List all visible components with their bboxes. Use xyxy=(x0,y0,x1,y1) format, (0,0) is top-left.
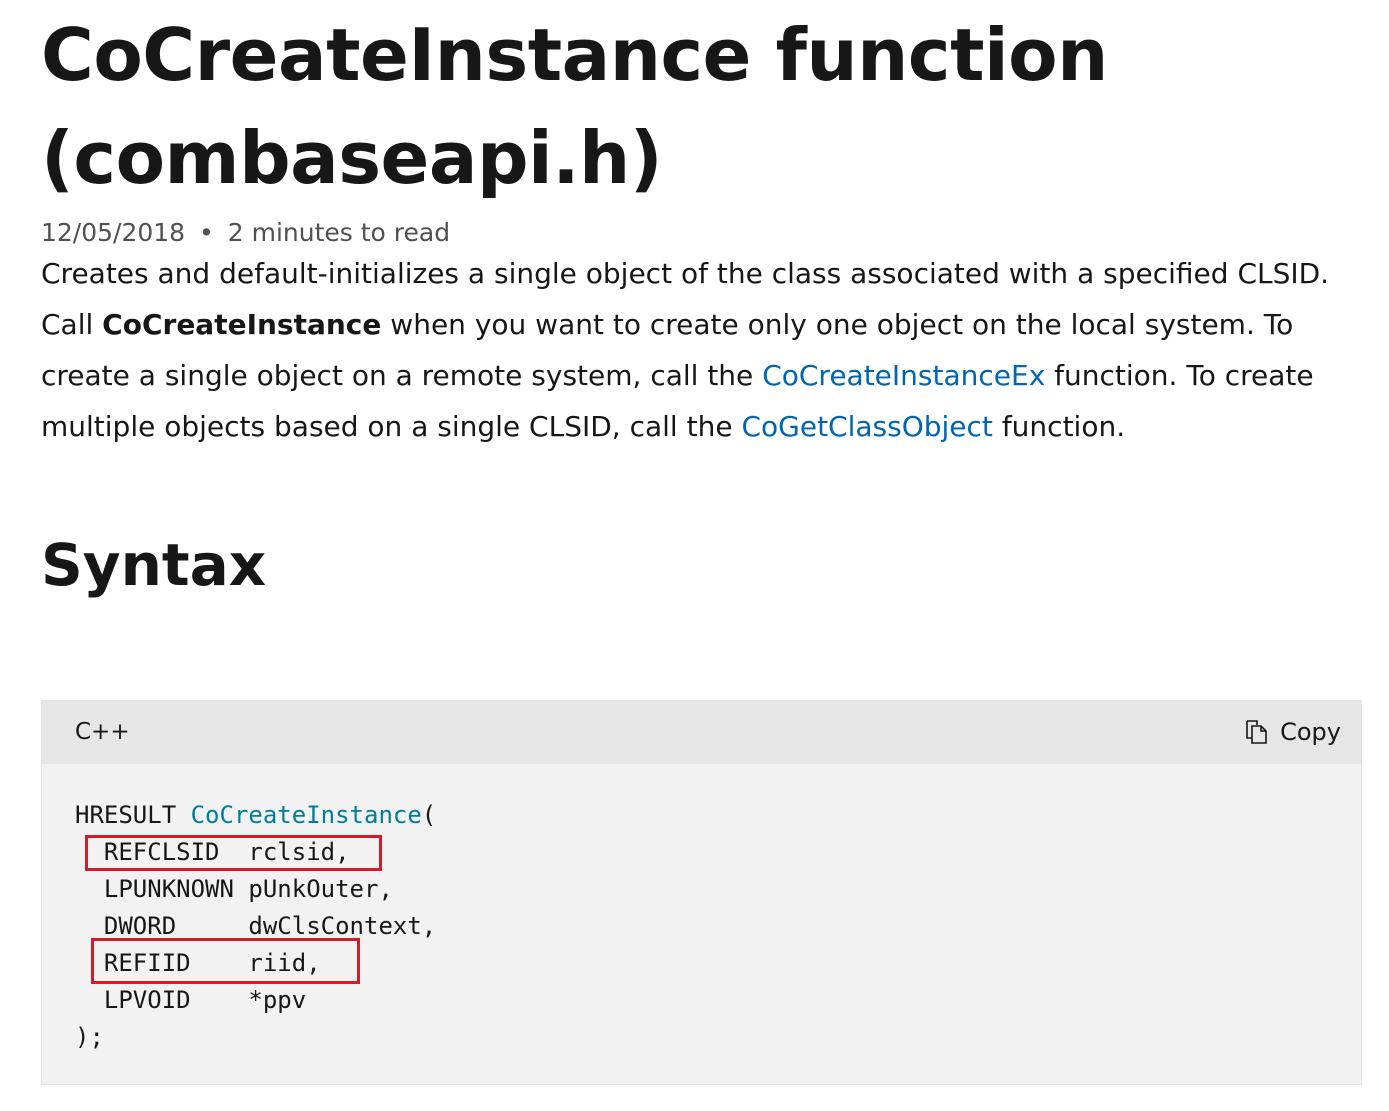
code-close: ); xyxy=(75,1023,104,1051)
copy-icon xyxy=(1244,719,1280,745)
code-param-name: *ppv xyxy=(248,986,307,1014)
code-open-paren: ( xyxy=(421,801,437,829)
code-param-type: LPVOID xyxy=(103,986,234,1014)
description-text-1: Call xyxy=(41,308,103,341)
read-time: 2 minutes to read xyxy=(227,218,451,247)
code-function-name: CoCreateInstance xyxy=(190,801,422,829)
code-param-type: LPUNKNOWN xyxy=(103,875,234,903)
code-block: C++ Copy HRESULT CoCreateInstance( REFCL… xyxy=(41,700,1362,1085)
metadata-separator: • xyxy=(199,218,214,247)
cocreateinstanceex-link[interactable]: CoCreateInstanceEx xyxy=(762,359,1045,392)
copy-button[interactable]: Copy xyxy=(1244,715,1341,749)
code-param-name: pUnkOuter, xyxy=(248,875,393,903)
function-name-bold: CoCreateInstance xyxy=(102,308,382,341)
code-param-name: dwClsContext, xyxy=(248,912,437,940)
cogetclassobject-link[interactable]: CoGetClassObject xyxy=(741,410,992,443)
article-metadata: 12/05/2018 • 2 minutes to read xyxy=(41,218,1364,248)
code-param-type: DWORD xyxy=(103,912,234,940)
code-block-header: C++ Copy xyxy=(42,701,1361,764)
code-return-type: HRESULT xyxy=(75,801,177,829)
description-paragraph: Call CoCreateInstance when you want to c… xyxy=(41,299,1364,452)
copy-label: Copy xyxy=(1280,718,1341,746)
code-language-label: C++ xyxy=(75,719,130,745)
article: CoCreateInstance function (combaseapi.h)… xyxy=(41,0,1364,1085)
article-date: 12/05/2018 xyxy=(41,218,186,247)
description-text-4: function. xyxy=(992,410,1126,443)
summary-paragraph: Creates and default-initializes a single… xyxy=(41,257,1330,290)
highlight-box-rclsid xyxy=(85,835,382,871)
syntax-heading: Syntax xyxy=(41,531,267,599)
page-title: CoCreateInstance function (combaseapi.h) xyxy=(41,13,1108,200)
highlight-box-riid xyxy=(91,938,360,984)
